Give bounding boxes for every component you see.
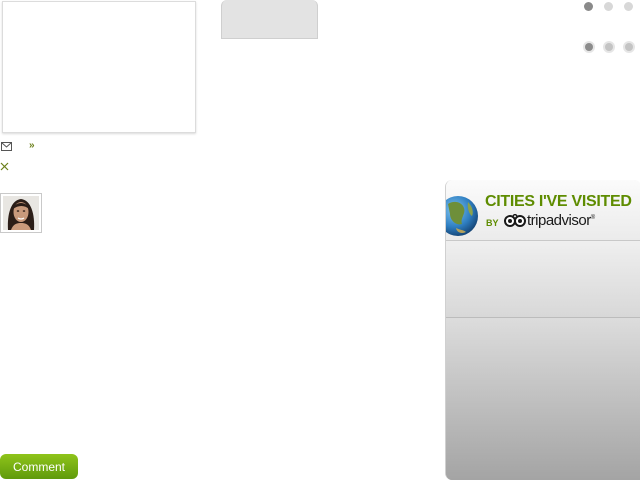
pager-dot-active[interactable] [584,2,593,11]
globe-icon [446,196,478,236]
pager-dot[interactable] [604,2,613,11]
pager-button[interactable] [623,41,635,53]
pager-button[interactable] [603,41,615,53]
widget-title: CITIES I'VE VISITED [485,193,632,210]
pager-dot[interactable] [624,2,633,11]
pager-button[interactable] [583,41,595,53]
avatar[interactable] [0,193,42,233]
tripadvisor-owl-icon [504,214,526,227]
tripadvisor-name: tripadvisor [527,212,591,229]
comment-button[interactable]: Comment [0,454,78,479]
tripadvisor-mark: ® [590,215,595,221]
tripadvisor-brand[interactable]: tripadvisor® [527,212,595,229]
widget-by-label: BY [486,218,499,228]
tripadvisor-widget[interactable]: CITIES I'VE VISITED BY tripadvisor® [445,180,640,480]
close-icon[interactable] [0,162,9,171]
more-icon[interactable]: » [29,140,35,152]
widget-list-panel [446,319,640,480]
image-frame [2,1,196,133]
widget-header: CITIES I'VE VISITED BY tripadvisor® [446,180,640,241]
tab-box[interactable] [221,0,318,39]
mail-icon[interactable] [1,142,12,151]
widget-map-panel [446,241,640,318]
